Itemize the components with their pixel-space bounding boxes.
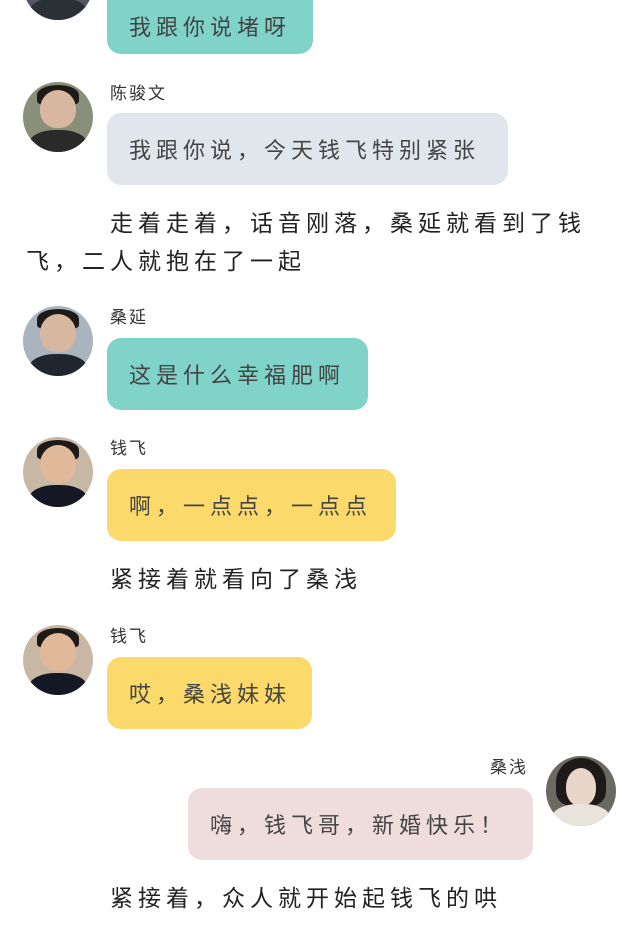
message-bubble-3: 啊，一点点，一点点 [107, 469, 396, 541]
avatar-qian-fei[interactable] [23, 437, 93, 507]
message-bubble-5: 嗨，钱飞哥，新婚快乐！ [188, 788, 533, 860]
narration-line-4: 紧接着，众人就开始起钱飞的哄 [110, 886, 502, 912]
sender-name-5: 桑浅 [490, 758, 528, 778]
message-bubble-1: 我跟你说，今天钱飞特别紧张 [107, 113, 508, 185]
message-text-4: 哎，桑浅妹妹 [129, 683, 292, 708]
narration-line-3: 紧接着就看向了桑浅 [110, 567, 362, 593]
message-text-3: 啊，一点点，一点点 [129, 495, 373, 520]
message-text-0: 我跟你说堵呀 [129, 16, 292, 41]
message-bubble-4: 哎，桑浅妹妹 [107, 657, 312, 729]
message-bubble-0: 我跟你说堵呀 [107, 0, 313, 54]
message-text-1: 我跟你说，今天钱飞特别紧张 [129, 139, 481, 164]
sender-name-2: 桑延 [110, 308, 148, 328]
narration-line-1: 走着走着，话音刚落，桑延就看到了钱 [110, 211, 586, 237]
avatar-sang-yan-top[interactable] [23, 0, 93, 20]
sender-name-4: 钱飞 [110, 627, 148, 647]
avatar-sang-qian[interactable] [546, 756, 616, 826]
message-text-5: 嗨，钱飞哥，新婚快乐！ [210, 814, 508, 839]
message-bubble-2: 这是什么幸福肥啊 [107, 338, 368, 410]
avatar-qian-fei-2[interactable] [23, 625, 93, 695]
avatar-chen-junwen[interactable] [23, 82, 93, 152]
narration-line-2: 飞，二人就抱在了一起 [26, 249, 306, 275]
sender-name-3: 钱飞 [110, 439, 148, 459]
sender-name-1: 陈骏文 [110, 84, 167, 104]
message-text-2: 这是什么幸福肥啊 [129, 364, 346, 389]
avatar-sang-yan[interactable] [23, 306, 93, 376]
